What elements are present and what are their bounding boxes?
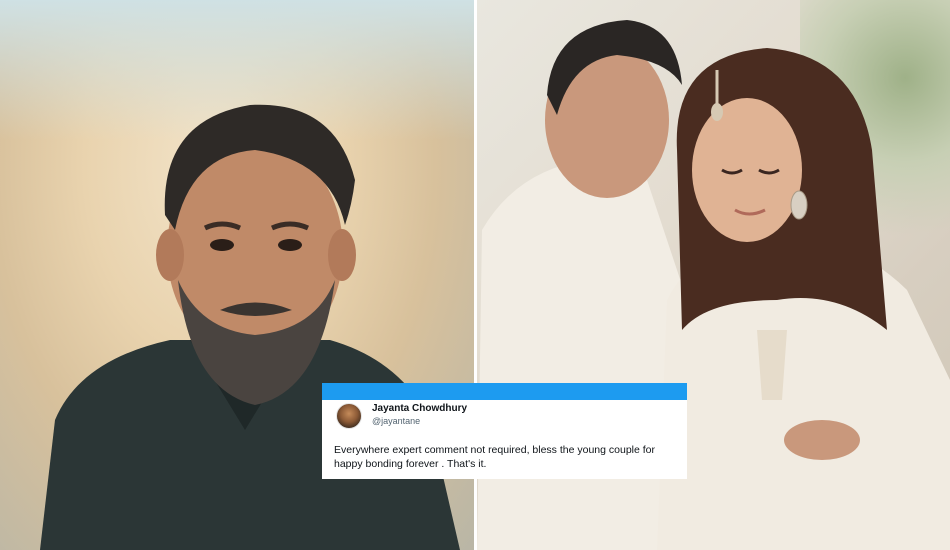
tweet-author-handle[interactable]: @jayantane [372,416,420,426]
tweet-body: Jayanta Chowdhury @jayantane Everywhere … [322,400,687,479]
avatar[interactable] [336,403,362,429]
tweet-text: Everywhere expert comment not required, … [334,444,656,470]
tweet-author-name[interactable]: Jayanta Chowdhury [372,403,467,414]
tweet-card[interactable]: Jayanta Chowdhury @jayantane Everywhere … [322,383,687,479]
